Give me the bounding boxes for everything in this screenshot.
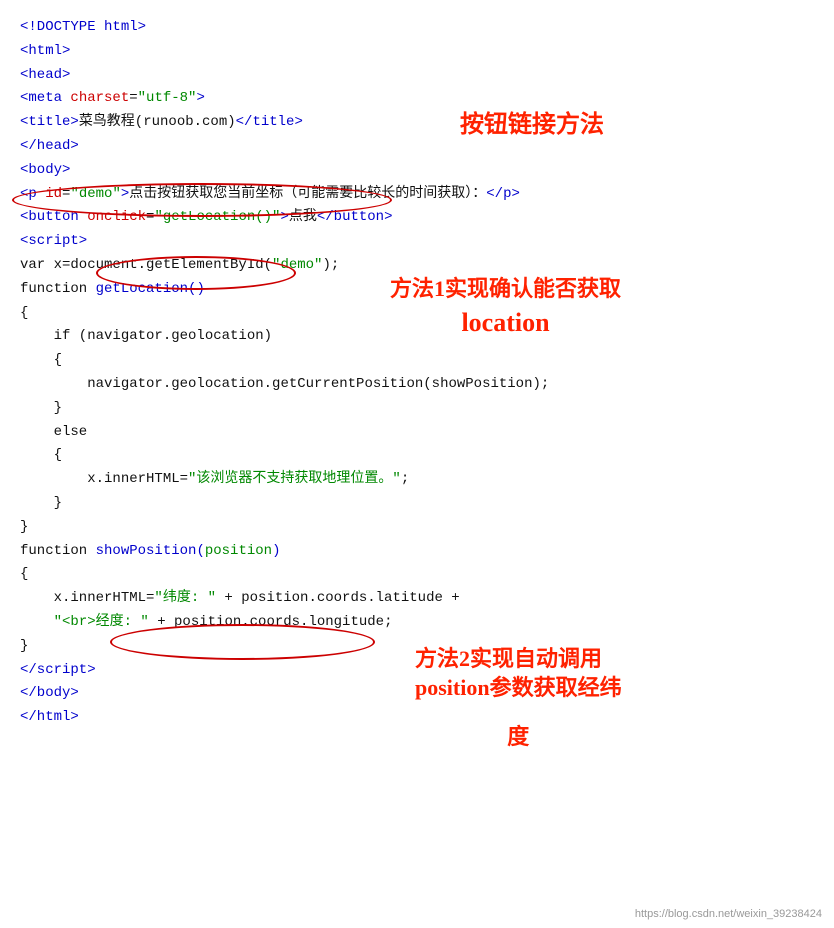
annotation-button-method: 按钮链接方法 [460, 110, 604, 141]
annotation-method1: 方法1实现确认能否获取 location [390, 275, 621, 339]
watermark: https://blog.csdn.net/weixin_39238424 [635, 908, 822, 920]
annotation-method2: 方法2实现自动调用 position参数获取经纬 度 [415, 645, 622, 751]
code-block: <!DOCTYPE html> <html> <head> <meta char… [0, 0, 834, 746]
